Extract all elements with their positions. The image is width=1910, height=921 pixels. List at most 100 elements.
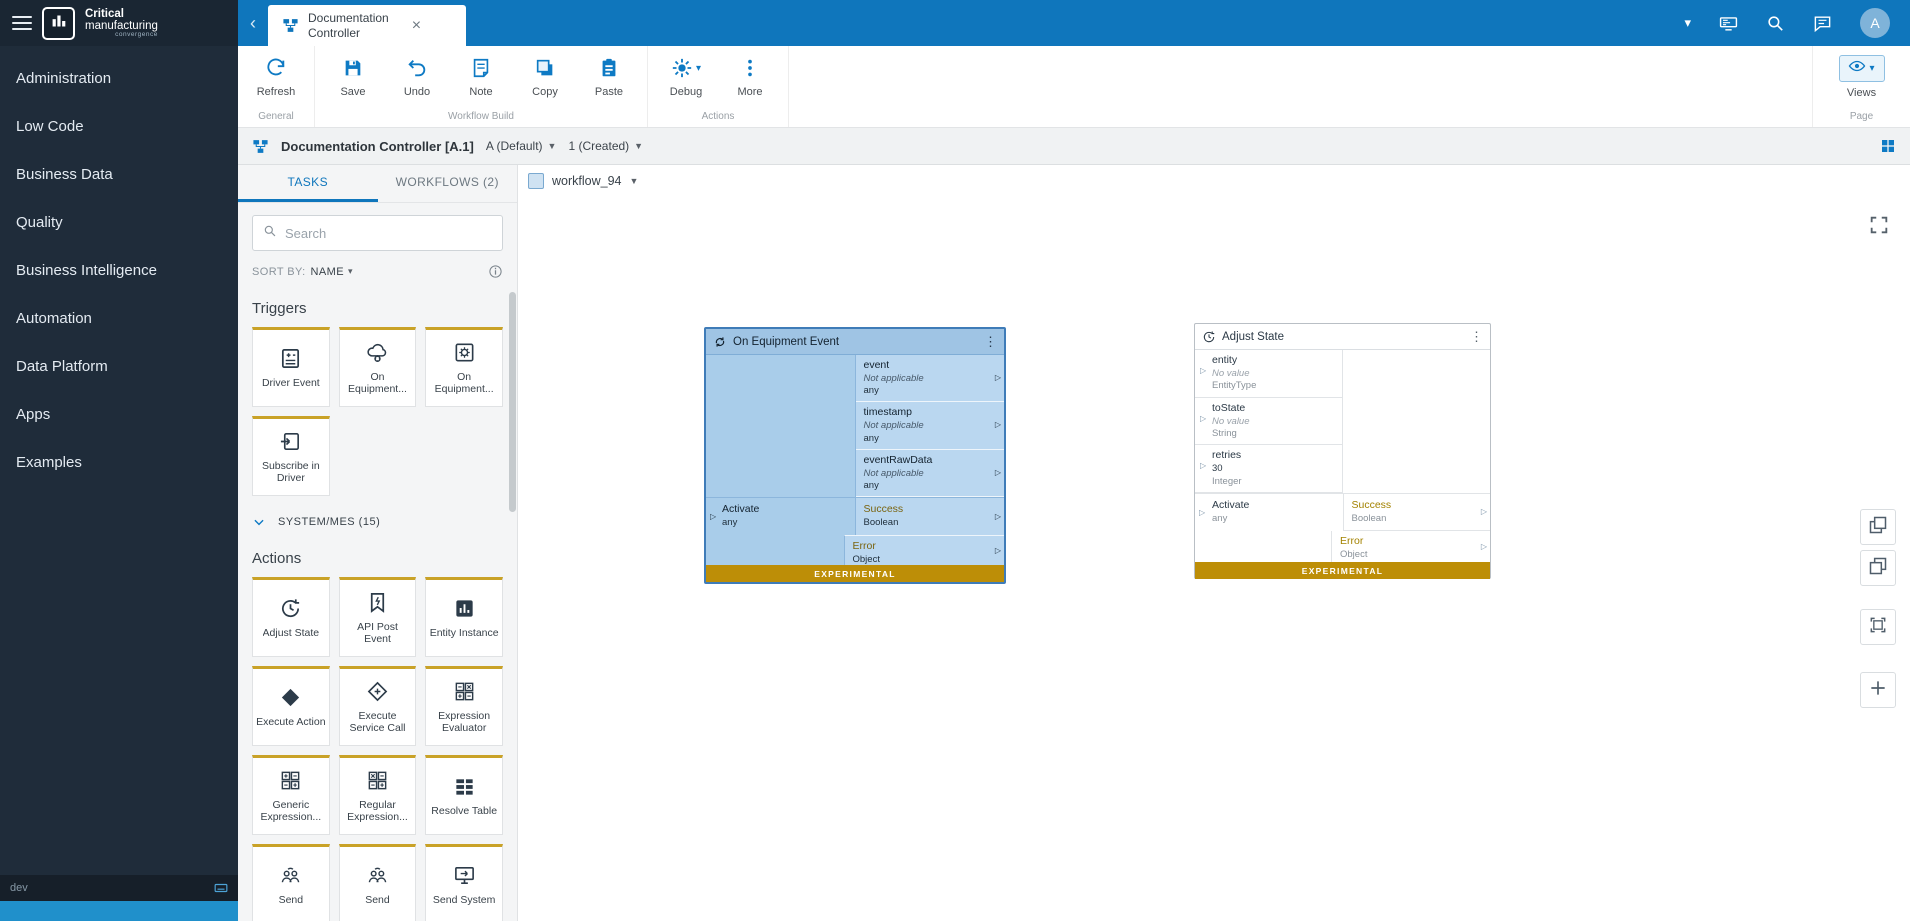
port-row-success[interactable]: Success Boolean ▷ (855, 498, 1005, 535)
task-card-regular-expression[interactable]: Regular Expression... (339, 755, 417, 835)
port-row-event[interactable]: event Not applicable any ▷ (856, 355, 1005, 402)
fit-view-button[interactable] (1860, 609, 1896, 645)
port-connector-icon[interactable]: ▷ (995, 547, 1001, 555)
task-card-adjust-state[interactable]: Adjust State (252, 577, 330, 657)
fullscreen-button[interactable] (1862, 210, 1896, 244)
task-card-api-post-event[interactable]: API Post Event (339, 577, 417, 657)
scanner-icon[interactable] (1719, 14, 1738, 33)
ribbon-copy-button[interactable]: Copy (513, 46, 577, 108)
logo-bars-icon (48, 10, 70, 37)
sidebar-item-quality[interactable]: Quality (0, 198, 238, 246)
task-card-driver-event[interactable]: Driver Event (252, 327, 330, 407)
task-card-entity-instance[interactable]: Entity Instance (425, 577, 503, 657)
tab-tasks[interactable]: TASKS (238, 165, 378, 202)
task-card-execute-action[interactable]: Execute Action (252, 666, 330, 746)
port-connector-icon[interactable]: ▷ (710, 513, 716, 521)
bring-forward-button[interactable] (1860, 509, 1896, 545)
port-connector-icon[interactable]: ▷ (1200, 415, 1206, 423)
port-connector-icon[interactable]: ▷ (1200, 462, 1206, 470)
task-card-generic-expression[interactable]: Generic Expression... (252, 755, 330, 835)
caret-down-icon[interactable]: ▾ (1684, 15, 1691, 31)
port-connector-icon[interactable]: ▷ (995, 513, 1001, 521)
tasks-panel: TASKS WORKFLOWS (2) SORT BY: NAME▾ Trigg… (238, 165, 518, 921)
sidebar-item-business-data[interactable]: Business Data (0, 150, 238, 198)
chat-icon[interactable] (1813, 14, 1832, 33)
port-row-tostate[interactable]: toState No value String ▷ (1195, 398, 1342, 446)
zoom-in-button[interactable] (1860, 672, 1896, 708)
sidebar-item-automation[interactable]: Automation (0, 294, 238, 342)
equipment-event-icon (713, 335, 727, 349)
sidebar-item-business-intelligence[interactable]: Business Intelligence (0, 246, 238, 294)
task-card-send[interactable]: Send (252, 844, 330, 921)
port-row-error[interactable]: Error Object ▷ (1332, 531, 1490, 562)
close-tab-icon[interactable]: × (412, 17, 421, 35)
task-card-expression-evaluator[interactable]: Expression Evaluator (425, 666, 503, 746)
port-row-entity[interactable]: entity No value EntityType ▷ (1195, 350, 1342, 398)
search-input[interactable] (285, 226, 492, 241)
port-row-activate[interactable]: ▷ Activate any (1195, 493, 1344, 531)
port-connector-icon[interactable]: ▷ (1481, 543, 1487, 551)
execute-action-icon (279, 686, 302, 710)
grid-view-button[interactable] (1880, 138, 1896, 154)
ribbon-note-button[interactable]: Note (449, 46, 513, 108)
task-card-resolve-table[interactable]: Resolve Table (425, 755, 503, 835)
ribbon-more-button[interactable]: More (718, 46, 782, 108)
node-adjust-state[interactable]: Adjust State ⋮ entity No value EntityTyp… (1194, 323, 1491, 579)
ribbon-save-button[interactable]: Save (321, 46, 385, 108)
sidebar-item-examples[interactable]: Examples (0, 438, 238, 486)
save-icon (342, 57, 364, 79)
views-button[interactable]: ▾ (1839, 55, 1885, 82)
node-menu-button[interactable]: ⋮ (984, 334, 997, 350)
sidebar-item-data-platform[interactable]: Data Platform (0, 342, 238, 390)
port-connector-icon[interactable]: ▷ (995, 421, 1001, 429)
port-connector-icon[interactable]: ▷ (995, 374, 1001, 382)
node-menu-button[interactable]: ⋮ (1470, 329, 1483, 345)
workflow-selector[interactable]: workflow_94 ▼ (528, 173, 638, 189)
sidebar-item-low-code[interactable]: Low Code (0, 102, 238, 150)
node-title: On Equipment Event (733, 336, 839, 348)
ribbon-group-actions: ▾ Debug More Actions (648, 46, 789, 127)
state-dropdown[interactable]: 1 (Created)▼ (568, 139, 643, 153)
port-row-error[interactable]: Error Object ▷ (844, 535, 1005, 565)
info-icon[interactable] (488, 264, 503, 279)
node-on-equipment-event[interactable]: On Equipment Event ⋮ event Not applicabl… (704, 327, 1006, 584)
task-card-on-equipment[interactable]: On Equipment... (425, 327, 503, 407)
search-icon[interactable] (1766, 14, 1785, 33)
port-connector-icon[interactable]: ▷ (1200, 367, 1206, 375)
search-icon (263, 224, 277, 243)
port-row-eventrawdata[interactable]: eventRawData Not applicable any ▷ (856, 450, 1005, 497)
ribbon-undo-button[interactable]: Undo (385, 46, 449, 108)
tab-documentation-controller[interactable]: Documentation Controller × (268, 5, 466, 46)
ribbon-debug-button[interactable]: ▾ Debug (654, 46, 718, 108)
port-connector-icon[interactable]: ▷ (995, 469, 1001, 477)
task-card-on-equipment[interactable]: On Equipment... (339, 327, 417, 407)
ribbon-refresh-button[interactable]: Refresh (244, 46, 308, 108)
task-card-send-system[interactable]: Send System (425, 844, 503, 921)
ribbon-paste-button[interactable]: Paste (577, 46, 641, 108)
task-card-send[interactable]: Send (339, 844, 417, 921)
task-card-execute-service-call[interactable]: Execute Service Call (339, 666, 417, 746)
sidebar: Administration Low Code Business Data Qu… (0, 46, 238, 921)
tab-scroll-left-icon[interactable]: ‹ (238, 0, 268, 46)
port-row-activate[interactable]: ▷ Activate any (706, 498, 855, 535)
port-connector-icon[interactable]: ▷ (1199, 509, 1205, 517)
sidebar-item-administration[interactable]: Administration (0, 54, 238, 102)
panel-scrollbar[interactable] (509, 292, 516, 512)
tab-workflows[interactable]: WORKFLOWS (2) (378, 165, 518, 202)
avatar[interactable]: A (1860, 8, 1890, 38)
port-row-retries[interactable]: retries 30 Integer ▷ (1195, 445, 1342, 493)
version-dropdown[interactable]: A (Default)▼ (486, 139, 557, 153)
task-card-subscribe-in-driver[interactable]: Subscribe in Driver (252, 416, 330, 496)
workflow-canvas[interactable]: workflow_94 ▼ On Equipment Event ⋮ event… (518, 165, 1910, 921)
collapsible-system-mes[interactable]: SYSTEM/MES (15) (252, 515, 503, 529)
hamburger-menu-icon[interactable] (12, 16, 32, 30)
port-row-success[interactable]: Success Boolean ▷ (1344, 493, 1491, 531)
dock-icon[interactable] (214, 881, 228, 895)
send-backward-button[interactable] (1860, 550, 1896, 586)
port-row-timestamp[interactable]: timestamp Not applicable any ▷ (856, 402, 1005, 449)
sidebar-bottom-strip[interactable] (0, 901, 238, 921)
sidebar-item-apps[interactable]: Apps (0, 390, 238, 438)
sort-by-dropdown[interactable]: NAME▾ (311, 266, 353, 278)
workflow-color-swatch (528, 173, 544, 189)
port-connector-icon[interactable]: ▷ (1481, 508, 1487, 516)
